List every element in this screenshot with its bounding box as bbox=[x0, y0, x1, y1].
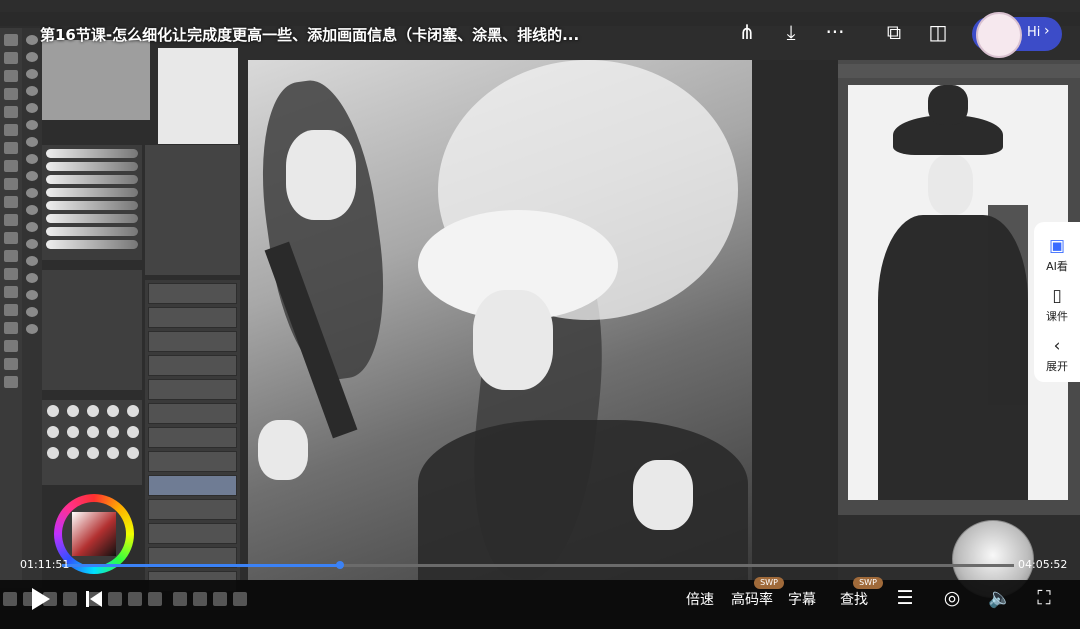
chevron-right-icon: › bbox=[1044, 23, 1050, 39]
courseware-button[interactable]: ▯ 课件 bbox=[1034, 286, 1080, 324]
reference-window-bar bbox=[838, 64, 1080, 78]
pip-icon[interactable]: ◫ bbox=[926, 20, 950, 44]
subtitle-button[interactable]: 字幕 bbox=[788, 589, 816, 609]
drawing-canvas bbox=[248, 60, 752, 580]
navigator-preview bbox=[42, 40, 150, 120]
expand-button[interactable]: ‹ 展开 bbox=[1034, 336, 1080, 374]
total-time: 04:05:52 bbox=[1018, 558, 1068, 571]
volume-icon[interactable]: 🔈 bbox=[987, 585, 1013, 611]
software-subtool-column bbox=[22, 28, 42, 588]
previous-icon-arrow[interactable] bbox=[90, 591, 102, 607]
layer-panel bbox=[145, 280, 240, 592]
courseware-icon: ▯ bbox=[1052, 286, 1062, 306]
ai-icon: ▣ bbox=[1048, 236, 1066, 256]
search-badge: SWP bbox=[853, 577, 883, 589]
share-icon[interactable]: ⋔ bbox=[735, 20, 759, 44]
progress-handle[interactable] bbox=[336, 561, 344, 569]
ai-watch-label: AI看 bbox=[1046, 260, 1068, 273]
brush-size-panel bbox=[42, 270, 142, 390]
chevron-left-icon: ‹ bbox=[1053, 336, 1061, 356]
side-panel: ▣ AI看 ▯ 课件 ‹ 展开 bbox=[1034, 222, 1080, 382]
fullscreen-icon[interactable]: ⛶ bbox=[1031, 585, 1057, 611]
expand-label: 展开 bbox=[1046, 360, 1068, 373]
ai-watch-button[interactable]: ▣ AI看 bbox=[1034, 236, 1080, 274]
progress-fill bbox=[62, 564, 340, 567]
tool-property-panel bbox=[145, 145, 240, 275]
brush-size-dots bbox=[42, 400, 142, 485]
quality-button[interactable]: 高码率 bbox=[731, 589, 773, 609]
playlist-icon[interactable]: ☰ bbox=[892, 585, 918, 611]
speed-button[interactable]: 倍速 bbox=[686, 589, 714, 609]
play-icon[interactable] bbox=[32, 588, 50, 610]
previous-icon[interactable] bbox=[86, 591, 89, 607]
courseware-label: 课件 bbox=[1046, 310, 1068, 323]
canvas-background bbox=[752, 60, 838, 580]
brush-panel bbox=[42, 145, 142, 260]
software-tool-column bbox=[0, 28, 22, 588]
assistant-label: Hi bbox=[1027, 25, 1041, 40]
navigator-thumbnail bbox=[158, 48, 238, 144]
current-time: 01:11:51 bbox=[20, 558, 70, 571]
search-button[interactable]: 查找 bbox=[840, 589, 868, 609]
video-title: 第16节课-怎么细化让完成度更高一些、添加画面信息（卡闭塞、涂黑、排线的... bbox=[40, 26, 580, 44]
screenshot-icon[interactable]: ⧉ bbox=[882, 20, 906, 44]
download-icon[interactable]: ⤓ bbox=[779, 20, 803, 44]
color-square bbox=[72, 512, 116, 556]
assistant-avatar[interactable] bbox=[976, 12, 1022, 58]
settings-icon[interactable]: ◎ bbox=[939, 585, 965, 611]
more-icon[interactable]: ··· bbox=[823, 20, 847, 44]
quality-badge: SWP bbox=[754, 577, 784, 589]
